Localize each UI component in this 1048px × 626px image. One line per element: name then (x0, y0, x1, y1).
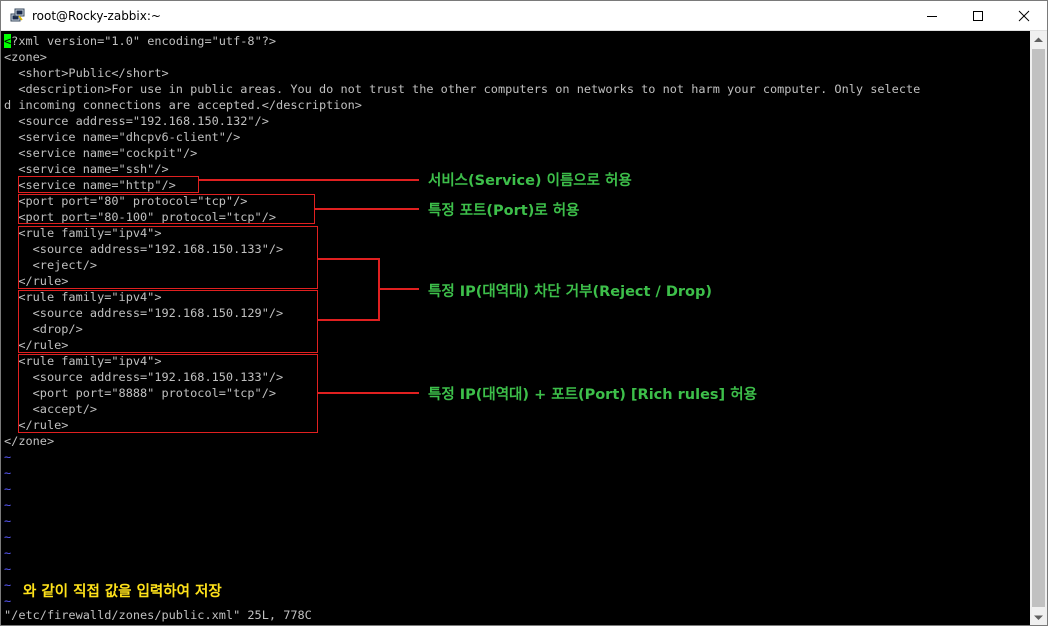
close-button[interactable] (1001, 1, 1047, 31)
minimize-icon (927, 16, 937, 17)
service-connector-line (199, 179, 419, 181)
vim-status-line: "/etc/firewalld/zones/public.xml" 25L, 7… (4, 608, 312, 622)
port-connector-line (315, 208, 419, 210)
terminal-line: <source address="192.168.150.132"/> (4, 114, 269, 128)
terminal-line: <?xml version="1.0" encoding="utf-8"?> (4, 34, 277, 48)
port-highlight-box (18, 194, 315, 224)
reject-connector-line (318, 258, 380, 260)
terminal-line: <zone> (4, 50, 47, 64)
scroll-up-icon (1034, 37, 1043, 42)
scroll-up-button[interactable] (1030, 31, 1047, 48)
empty-line-marker: ~ (4, 482, 12, 496)
annotation-rich-rules: 특정 IP(대역대) + 포트(Port) [Rich rules] 허용 (428, 387, 757, 403)
annotation-port: 특정 포트(Port)로 허용 (428, 203, 580, 219)
annotation-bottom-note: 와 같이 직접 값을 입력하여 저장 (23, 584, 222, 600)
empty-line-marker: ~ (4, 466, 12, 480)
empty-line-marker: ~ (4, 578, 12, 592)
minimize-button[interactable] (909, 1, 955, 31)
empty-line-marker: ~ (4, 594, 12, 608)
terminal-line: <description>For use in public areas. Yo… (4, 82, 921, 96)
putty-window: root@Rocky-zabbix:~ <?xml version="1.0" … (0, 0, 1048, 626)
empty-line-marker: ~ (4, 514, 12, 528)
reject-rule-highlight-box (18, 226, 318, 289)
vertical-scrollbar[interactable] (1030, 31, 1047, 625)
maximize-button[interactable] (955, 1, 1001, 31)
close-icon (1018, 10, 1030, 22)
terminal-line: d incoming connections are accepted.</de… (4, 98, 362, 112)
title-bar[interactable]: root@Rocky-zabbix:~ (1, 1, 1047, 31)
terminal-line: <service name="dhcpv6-client"/> (4, 130, 241, 144)
terminal-line: <short>Public</short> (4, 66, 169, 80)
drop-connector-line (318, 319, 380, 321)
terminal-line: </zone> (4, 434, 55, 448)
bracket-out-connector-line (380, 288, 419, 290)
empty-line-marker: ~ (4, 498, 12, 512)
maximize-icon (973, 11, 983, 21)
service-highlight-box (18, 176, 199, 193)
empty-line-marker: ~ (4, 450, 12, 464)
terminal-line: <service name="cockpit"/> (4, 146, 198, 160)
scrollbar-thumb[interactable] (1032, 49, 1045, 607)
empty-line-marker: ~ (4, 530, 12, 544)
terminal-line: <service name="ssh"/> (4, 162, 169, 176)
scroll-down-icon (1034, 615, 1043, 620)
empty-line-marker: ~ (4, 546, 12, 560)
rich-rule-highlight-box (18, 354, 318, 433)
rich-rule-connector-line (318, 392, 419, 394)
scroll-down-button[interactable] (1030, 609, 1047, 625)
putty-app-icon[interactable] (10, 8, 26, 24)
annotation-reject-drop: 특정 IP(대역대) 차단 거부(Reject / Drop) (428, 284, 712, 300)
window-controls (909, 1, 1047, 31)
empty-line-marker: ~ (4, 562, 12, 576)
annotation-service: 서비스(Service) 이름으로 허용 (428, 173, 632, 189)
drop-rule-highlight-box (18, 290, 318, 353)
window-title: root@Rocky-zabbix:~ (32, 8, 161, 23)
